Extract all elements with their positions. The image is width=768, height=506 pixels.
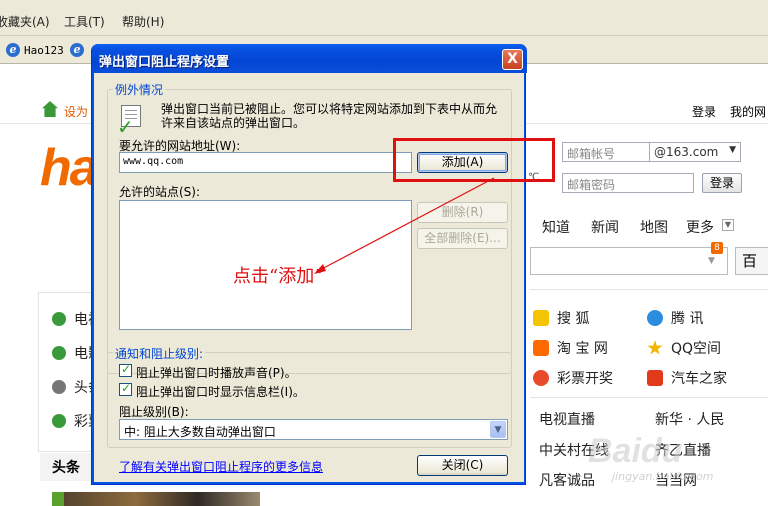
watermark-url: jingyan.baidu.com [612, 470, 714, 483]
annotation-arrow [314, 177, 495, 274]
annotation-note: 点击“添加” [233, 266, 324, 287]
baidu-watermark: Baidu [588, 432, 683, 470]
